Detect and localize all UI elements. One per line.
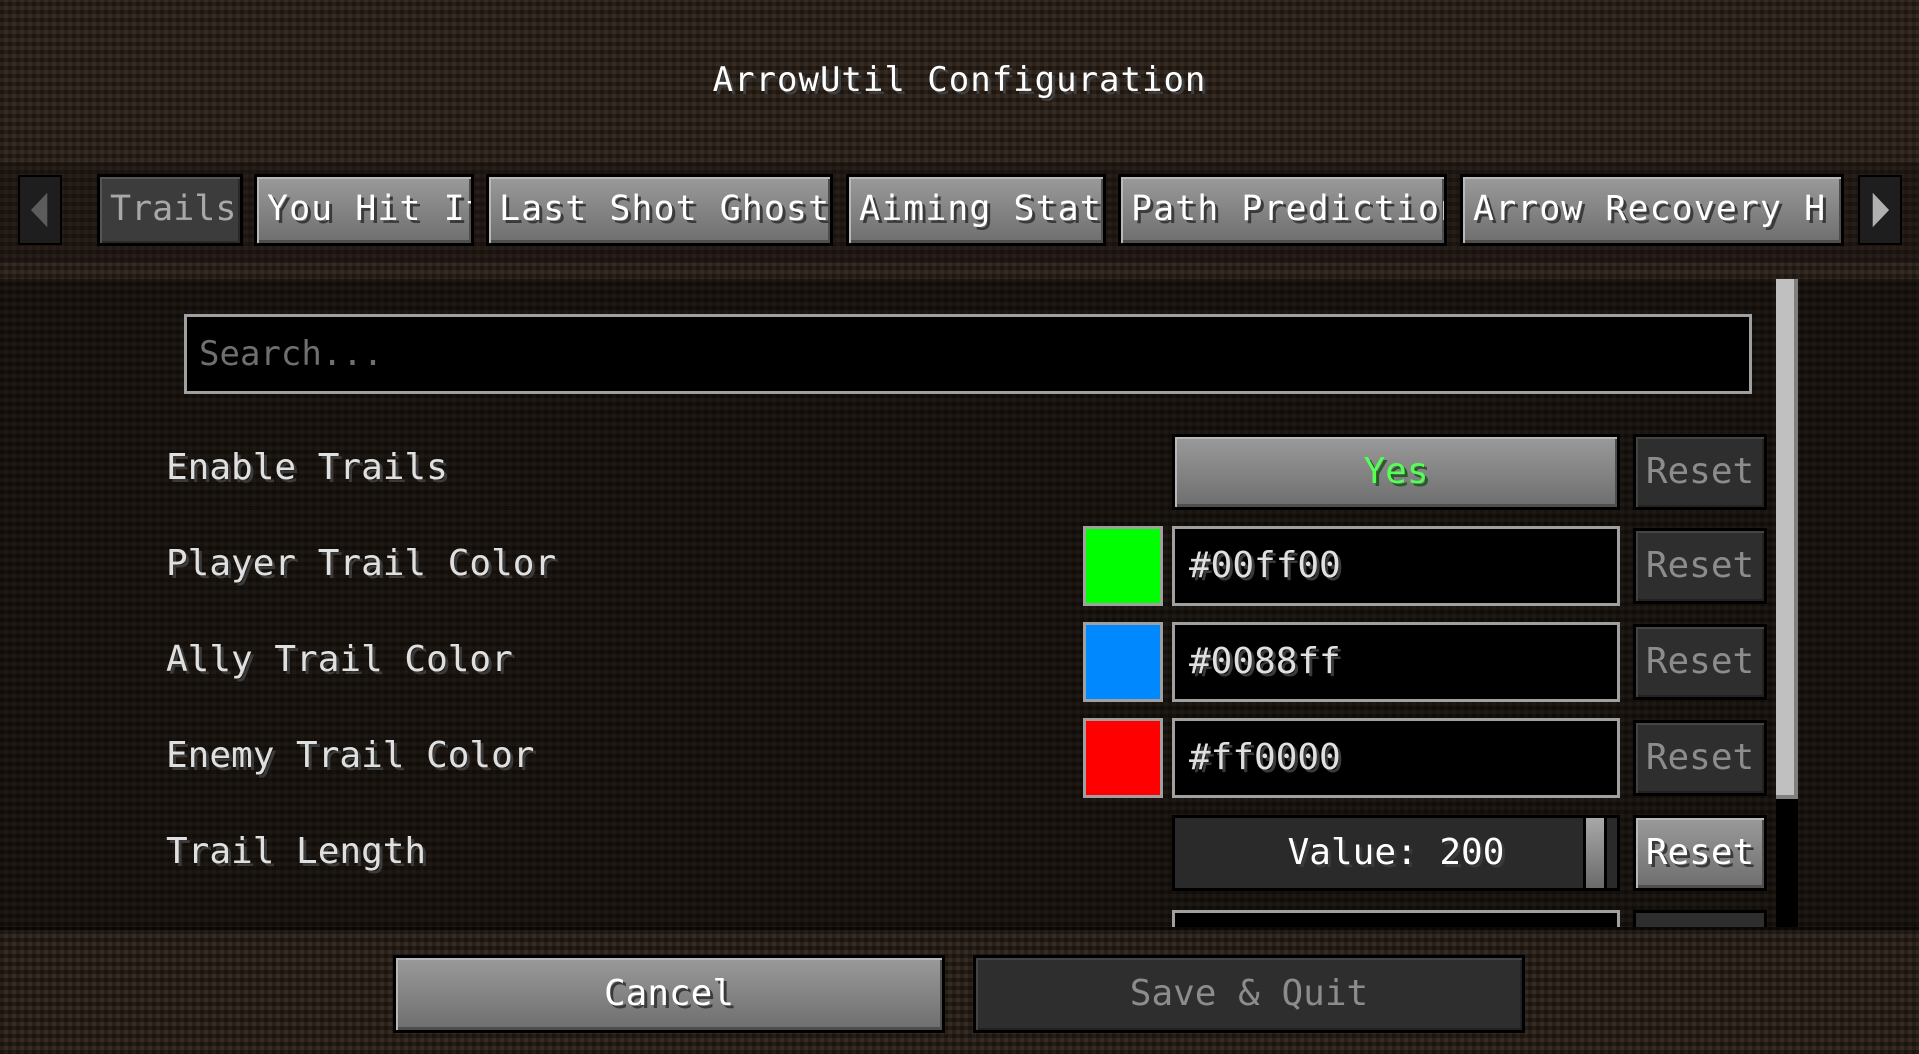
player-trail-color-field[interactable]: #00ff00: [1172, 526, 1620, 606]
search-input[interactable]: [184, 314, 1752, 394]
tab-you-hit-it[interactable]: You Hit It!: [254, 174, 474, 246]
trail-length-label: Trail Length: [166, 831, 427, 872]
player-trail-color-reset-button[interactable]: Reset: [1633, 528, 1767, 604]
tab-aiming-stats[interactable]: Aiming Stats: [846, 174, 1106, 246]
ally-trail-color-label: Ally Trail Color: [166, 639, 513, 680]
trail-length-reset-button[interactable]: Reset: [1633, 815, 1767, 891]
enable-trails-value: Yes: [1363, 451, 1429, 492]
tab-path-prediction[interactable]: Path Prediction: [1118, 174, 1447, 246]
enable-trails-label: Enable Trails: [166, 447, 448, 488]
ally-trail-color-field[interactable]: #0088ff: [1172, 622, 1620, 702]
enemy-trail-color-swatch[interactable]: [1083, 718, 1163, 798]
tab-last-shot-ghost[interactable]: Last Shot Ghost: [486, 174, 833, 246]
enable-trails-toggle[interactable]: Yes: [1172, 434, 1620, 510]
ally-trail-color-swatch[interactable]: [1083, 622, 1163, 702]
cancel-button[interactable]: Cancel: [393, 955, 945, 1033]
tab-arrow-recovery[interactable]: Arrow Recovery H: [1460, 174, 1844, 246]
trail-length-slider-handle[interactable]: [1583, 815, 1608, 891]
enable-trails-reset-button[interactable]: Reset: [1633, 434, 1767, 510]
enemy-trail-color-reset-button[interactable]: Reset: [1633, 720, 1767, 796]
enemy-trail-color-label: Enemy Trail Color: [166, 735, 535, 776]
player-trail-color-swatch[interactable]: [1083, 526, 1163, 606]
footer: [0, 927, 1919, 1054]
enemy-trail-color-field[interactable]: #ff0000: [1172, 718, 1620, 798]
page-title: ArrowUtil Configuration: [712, 60, 1207, 100]
scrollbar-thumb[interactable]: [1776, 279, 1798, 799]
save-quit-button[interactable]: Save & Quit: [973, 955, 1525, 1033]
chevron-right-icon[interactable]: [1858, 175, 1902, 245]
chevron-left-icon[interactable]: [18, 175, 62, 245]
player-trail-color-label: Player Trail Color: [166, 543, 557, 584]
ally-trail-color-reset-button[interactable]: Reset: [1633, 624, 1767, 700]
trail-length-slider[interactable]: Value: 200: [1172, 815, 1620, 891]
tab-trails[interactable]: Trails: [97, 174, 243, 246]
